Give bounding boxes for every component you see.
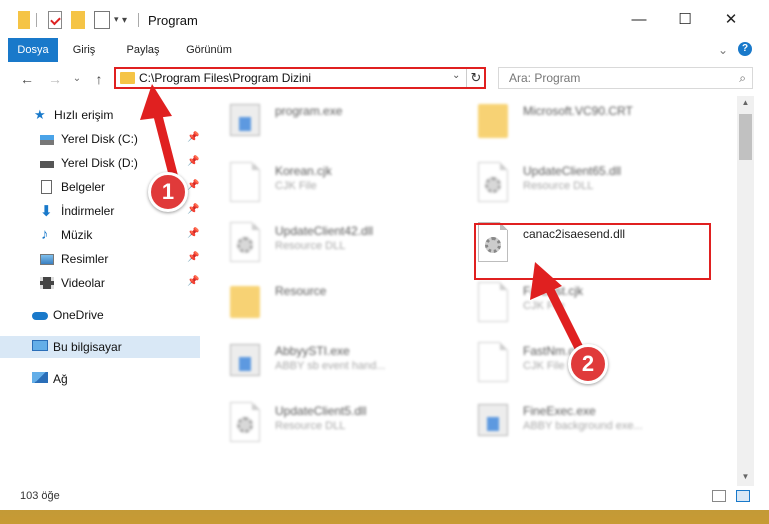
annotation-arrows (140, 84, 585, 355)
arrow-1-head (140, 84, 172, 120)
arrow-1-shaft (152, 107, 179, 183)
arrow-2-shaft (545, 285, 585, 355)
arrow-2-head (530, 262, 562, 300)
step-1-badge: 1 (148, 172, 188, 212)
step-2-badge: 2 (568, 344, 608, 384)
